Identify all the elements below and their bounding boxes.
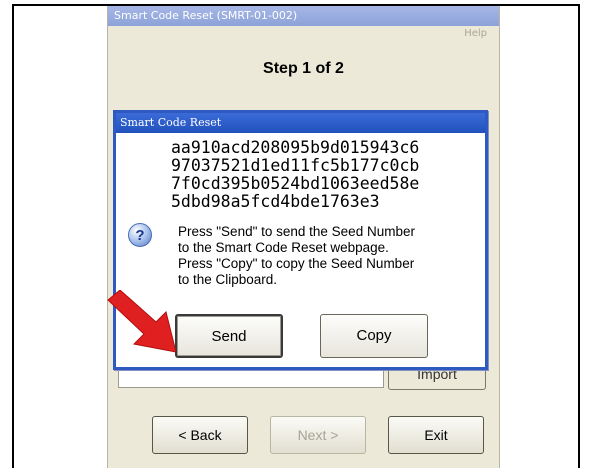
message-line: to the Smart Code Reset webpage. (178, 240, 389, 255)
seed-line: aa910acd208095b9d015943c6 (171, 138, 420, 157)
question-icon: ? (128, 223, 152, 247)
message-line: Press "Send" to send the Seed Number (178, 224, 415, 239)
window-title: Smart Code Reset (SMRT-01-002) (108, 6, 499, 26)
seed-number: aa910acd208095b9d015943c6 97037521d1ed11… (171, 139, 419, 211)
seed-line: 5dbd98a5fcd4bde1763e3 (171, 192, 380, 211)
seed-line: 7f0cd395b0524bd1063eed58e (171, 174, 420, 193)
seed-line: 97037521d1ed11fc5b177c0cb (171, 156, 420, 175)
step-indicator: Step 1 of 2 (263, 60, 344, 77)
message-line: Press "Copy" to copy the Seed Number (178, 256, 415, 271)
copy-button[interactable]: Copy (320, 314, 428, 358)
help-link[interactable]: Help (464, 28, 487, 39)
red-arrow-annotation-icon (107, 290, 177, 353)
back-button[interactable]: < Back (152, 416, 248, 454)
message-line: to the Clipboard. (178, 272, 278, 287)
dialog-message: Press "Send" to send the Seed Number to … (178, 224, 478, 288)
next-button[interactable]: Next > (270, 416, 366, 454)
exit-button[interactable]: Exit (388, 416, 484, 454)
dialog-title: Smart Code Reset (116, 113, 485, 133)
